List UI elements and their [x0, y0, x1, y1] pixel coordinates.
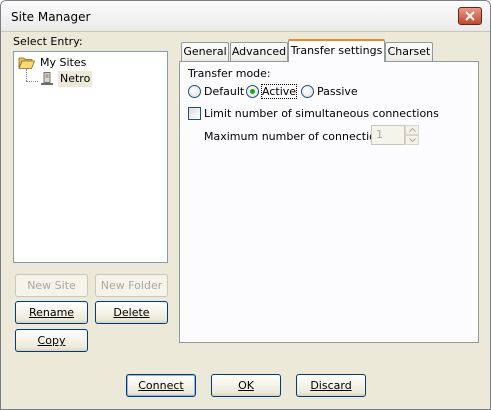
folder-open-icon	[18, 57, 35, 69]
tab-general[interactable]: General	[181, 42, 229, 61]
window-title: Site Manager	[11, 10, 91, 24]
tree-label-my-sites: My Sites	[40, 56, 87, 69]
spin-down-button[interactable]	[405, 135, 419, 145]
tree-item-my-sites[interactable]: My Sites	[18, 55, 158, 71]
connect-button[interactable]: Connect	[126, 374, 196, 397]
tree-connector-line	[26, 81, 38, 82]
max-connections-input[interactable]: 1	[371, 125, 405, 145]
radio-default-label[interactable]: Default	[204, 85, 244, 98]
radio-default[interactable]	[188, 85, 201, 98]
chevron-down-icon	[409, 138, 416, 142]
site-tree[interactable]: My Sites Netro	[13, 51, 168, 263]
ok-label: OK	[238, 379, 254, 392]
spin-up-button[interactable]	[405, 125, 419, 135]
server-icon	[41, 72, 53, 85]
radio-passive-label[interactable]: Passive	[317, 85, 358, 98]
transfer-settings-panel	[179, 61, 479, 343]
connect-label: Connect	[138, 379, 184, 392]
limit-connections-label[interactable]: Limit number of simultaneous connections	[204, 107, 439, 120]
rename-label: Rename	[28, 306, 75, 319]
tree-item-netro[interactable]: Netro	[38, 71, 138, 87]
copy-button[interactable]: Copy	[15, 329, 88, 352]
chevron-up-icon	[409, 128, 416, 132]
new-folder-button[interactable]: New Folder	[95, 274, 168, 297]
delete-button[interactable]: Delete	[95, 301, 168, 324]
radio-active-label[interactable]: Active	[260, 84, 298, 99]
delete-label: Delete	[113, 306, 150, 319]
tab-charset[interactable]: Charset	[385, 42, 433, 61]
radio-passive[interactable]	[301, 85, 314, 98]
transfer-mode-label: Transfer mode:	[188, 67, 271, 80]
radio-active[interactable]	[246, 85, 259, 98]
close-button[interactable]	[458, 7, 482, 25]
copy-label: Copy	[37, 334, 66, 347]
discard-label: Discard	[310, 379, 352, 392]
site-manager-window: Site Manager Select Entry: My Sites Netr…	[0, 0, 491, 410]
max-connections-label: Maximum number of connections:	[204, 130, 393, 143]
tree-label-netro: Netro	[58, 71, 93, 87]
close-icon	[465, 11, 475, 21]
tab-advanced[interactable]: Advanced	[230, 42, 288, 61]
tab-transfer-settings[interactable]: Transfer settings	[288, 39, 385, 62]
select-entry-label: Select Entry:	[13, 35, 83, 48]
discard-button[interactable]: Discard	[296, 374, 366, 397]
title-bar: Site Manager	[1, 1, 490, 32]
rename-button[interactable]: Rename	[15, 301, 88, 324]
tree-connector-line	[26, 69, 27, 81]
new-site-button[interactable]: New Site	[15, 274, 88, 297]
ok-button[interactable]: OK	[211, 374, 281, 397]
limit-connections-checkbox[interactable]	[188, 107, 201, 120]
max-connections-spinner[interactable]	[405, 125, 419, 145]
